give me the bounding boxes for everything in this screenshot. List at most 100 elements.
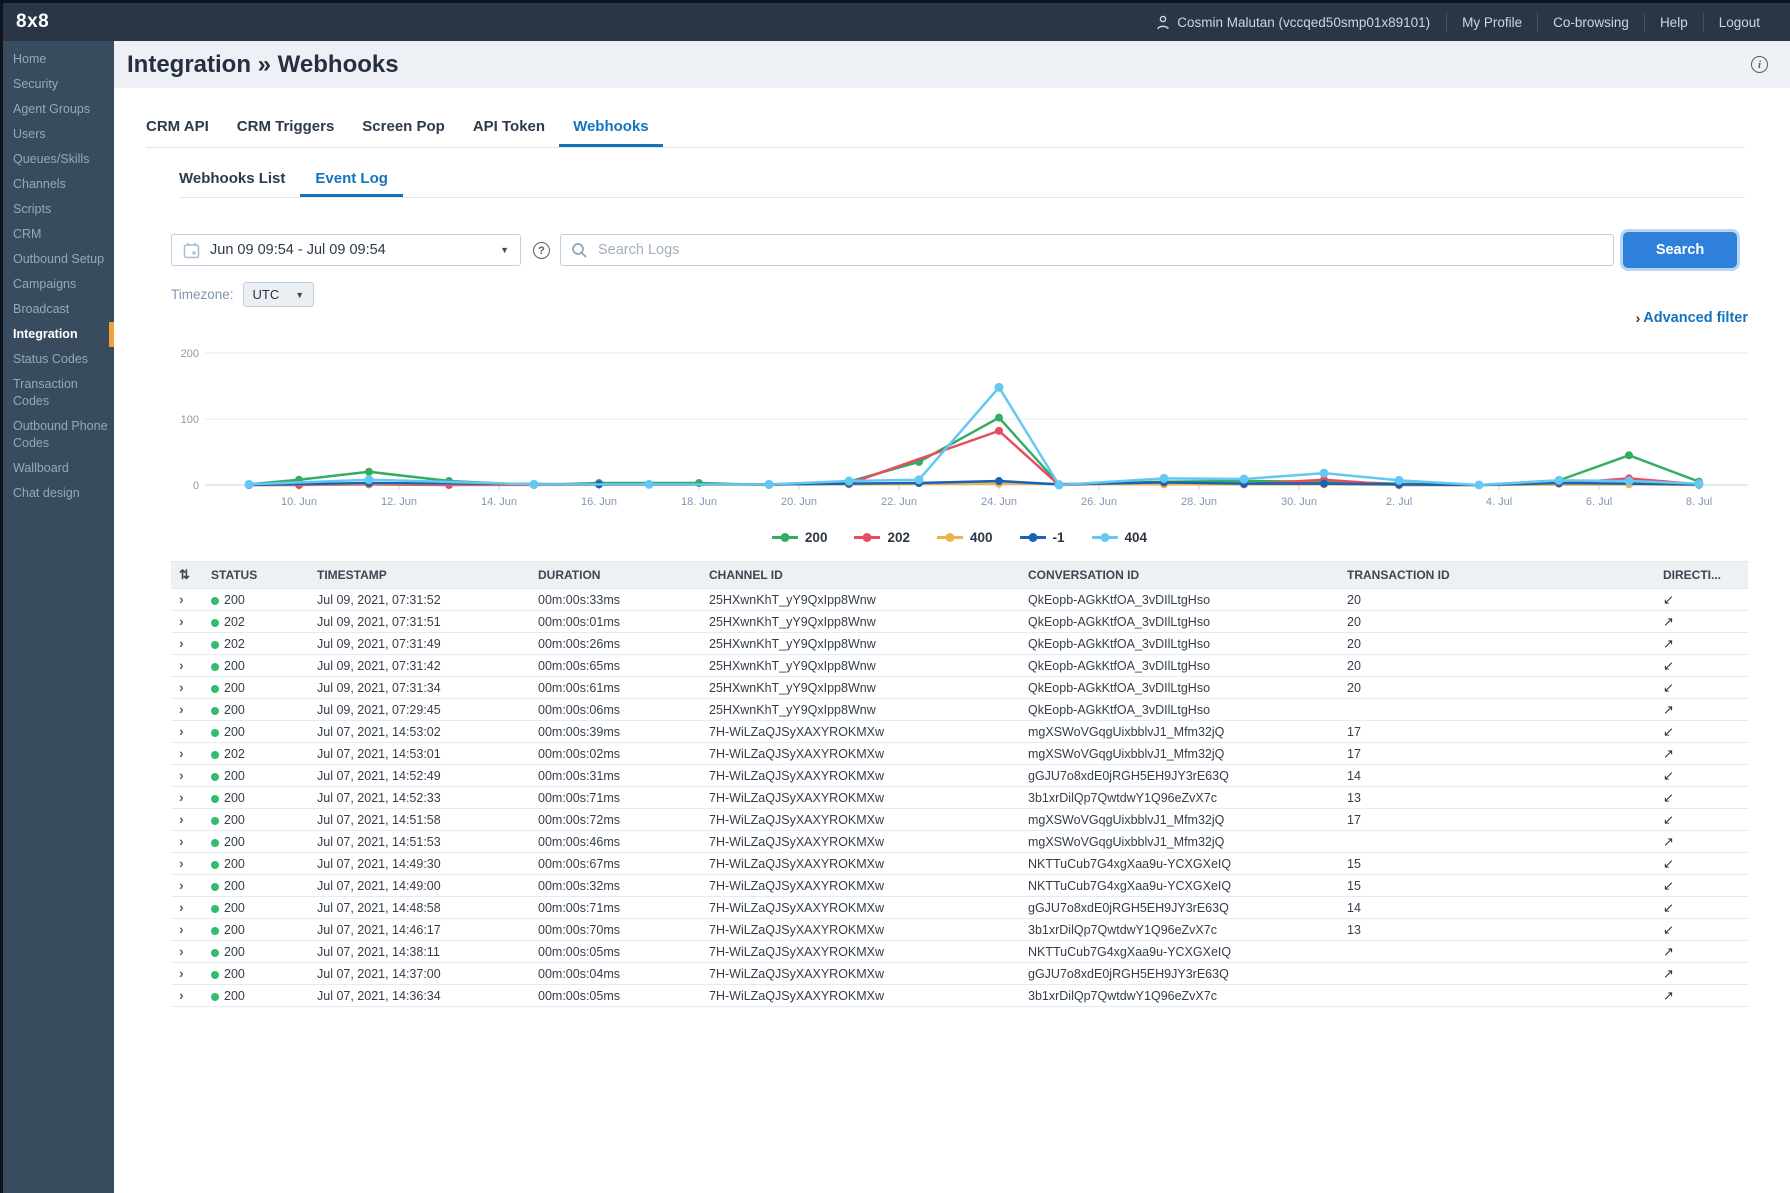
chart-point-200 (365, 468, 373, 476)
help-icon[interactable]: ? (533, 242, 550, 259)
expand-row-icon[interactable]: › (179, 679, 184, 695)
table-row: ›200Jul 07, 2021, 14:38:1100m:00s:05ms7H… (171, 941, 1748, 963)
svg-text:0: 0 (193, 480, 199, 492)
topbar-link-my-profile[interactable]: My Profile (1446, 13, 1537, 32)
status-dot (211, 993, 219, 1001)
svg-text:2. Jul: 2. Jul (1386, 496, 1412, 508)
direction-icon: ↗ (1655, 743, 1748, 765)
sidebar-item-crm[interactable]: CRM (3, 222, 114, 247)
search-input[interactable] (596, 241, 1603, 259)
expand-row-icon[interactable]: › (179, 701, 184, 717)
expand-row-icon[interactable]: › (179, 943, 184, 959)
expand-row-icon[interactable]: › (179, 723, 184, 739)
chart-point-404 (1695, 479, 1704, 488)
advanced-filter-label: Advanced filter (1643, 310, 1748, 326)
legend-item-200[interactable]: 200 (772, 530, 828, 545)
sidebar-item-outbound-phone-codes[interactable]: Outbound Phone Codes (3, 414, 114, 456)
channel-id-cell: 7H-WiLZaQJSyXAXYROKMXw (701, 721, 1020, 743)
column-header-transaction-id: TRANSACTION ID (1339, 562, 1655, 589)
status-code: 200 (224, 769, 245, 783)
date-range-picker[interactable]: Jun 09 09:54 - Jul 09 09:54 ▼ (171, 234, 521, 266)
expand-row-icon[interactable]: › (179, 811, 184, 827)
info-icon[interactable]: i (1751, 56, 1768, 73)
sidebar-item-integration[interactable]: Integration (3, 322, 114, 347)
sidebar-item-status-codes[interactable]: Status Codes (3, 347, 114, 372)
subtab-event-log[interactable]: Event Log (300, 170, 403, 197)
chart-canvas: 010020010. Jun12. Jun14. Jun16. Jun18. J… (171, 335, 1748, 513)
duration-cell: 00m:00s:05ms (530, 985, 701, 1007)
expand-row-icon[interactable]: › (179, 591, 184, 607)
timestamp-cell: Jul 07, 2021, 14:49:00 (309, 875, 530, 897)
legend-item-202[interactable]: 202 (854, 530, 910, 545)
topbar-link-help[interactable]: Help (1644, 13, 1703, 32)
tab-screen-pop[interactable]: Screen Pop (348, 118, 459, 147)
sort-icon[interactable]: ⇅ (179, 567, 190, 582)
svg-text:16. Jun: 16. Jun (581, 496, 617, 508)
page-header: Integration » Webhooks i (114, 41, 1790, 88)
chart-point-200 (995, 414, 1003, 422)
duration-cell: 00m:00s:72ms (530, 809, 701, 831)
expand-row-icon[interactable]: › (179, 965, 184, 981)
expand-row-icon[interactable]: › (179, 877, 184, 893)
tab-webhooks[interactable]: Webhooks (559, 118, 663, 147)
timestamp-cell: Jul 09, 2021, 07:31:52 (309, 589, 530, 611)
timestamp-cell: Jul 09, 2021, 07:31:49 (309, 633, 530, 655)
expand-row-icon[interactable]: › (179, 921, 184, 937)
channel-id-cell: 7H-WiLZaQJSyXAXYROKMXw (701, 831, 1020, 853)
topbar-link-co-browsing[interactable]: Co-browsing (1537, 13, 1644, 32)
tab-crm-triggers[interactable]: CRM Triggers (223, 118, 349, 147)
user-chip: Cosmin Malutan (vccqed50smp01x89101) (1156, 15, 1446, 30)
status-dot (211, 663, 219, 671)
sidebar-item-scripts[interactable]: Scripts (3, 197, 114, 222)
table-row: ›200Jul 09, 2021, 07:31:3400m:00s:61ms25… (171, 677, 1748, 699)
transaction-id-cell: 17 (1339, 743, 1655, 765)
transaction-id-cell: 20 (1339, 589, 1655, 611)
legend-item-400[interactable]: 400 (937, 530, 993, 545)
tab-crm-api[interactable]: CRM API (146, 118, 223, 147)
legend-marker-icon (937, 532, 963, 543)
sidebar-item-wallboard[interactable]: Wallboard (3, 456, 114, 481)
subtab-webhooks-list[interactable]: Webhooks List (179, 170, 300, 197)
sidebar-item-queues-skills[interactable]: Queues/Skills (3, 147, 114, 172)
expand-row-icon[interactable]: › (179, 899, 184, 915)
expand-row-icon[interactable]: › (179, 855, 184, 871)
status-dot (211, 795, 219, 803)
sidebar-item-security[interactable]: Security (3, 72, 114, 97)
sidebar-item-chat-design[interactable]: Chat design (3, 481, 114, 506)
expand-row-icon[interactable]: › (179, 745, 184, 761)
timestamp-cell: Jul 09, 2021, 07:29:45 (309, 699, 530, 721)
expand-row-icon[interactable]: › (179, 613, 184, 629)
expand-row-icon[interactable]: › (179, 789, 184, 805)
expand-row-icon[interactable]: › (179, 833, 184, 849)
duration-cell: 00m:00s:04ms (530, 963, 701, 985)
conversation-id-cell: NKTTuCub7G4xgXaa9u-YCXGXeIQ (1020, 853, 1339, 875)
chart-point-404 (245, 480, 254, 489)
timestamp-cell: Jul 07, 2021, 14:37:00 (309, 963, 530, 985)
date-range-value: Jun 09 09:54 - Jul 09 09:54 (210, 242, 490, 258)
duration-cell: 00m:00s:06ms (530, 699, 701, 721)
search-button[interactable]: Search (1623, 232, 1737, 268)
timezone-select[interactable]: UTC ▼ (243, 282, 315, 307)
sidebar-item-users[interactable]: Users (3, 122, 114, 147)
sidebar-item-agent-groups[interactable]: Agent Groups (3, 97, 114, 122)
legend-item--1[interactable]: -1 (1020, 530, 1065, 545)
sidebar-item-outbound-setup[interactable]: Outbound Setup (3, 247, 114, 272)
expand-row-icon[interactable]: › (179, 657, 184, 673)
duration-cell: 00m:00s:26ms (530, 633, 701, 655)
expand-row-icon[interactable]: › (179, 987, 184, 1003)
expand-row-icon[interactable]: › (179, 635, 184, 651)
sidebar-item-home[interactable]: Home (3, 47, 114, 72)
table-row: ›202Jul 09, 2021, 07:31:5100m:00s:01ms25… (171, 611, 1748, 633)
legend-item-404[interactable]: 404 (1092, 530, 1148, 545)
tab-api-token[interactable]: API Token (459, 118, 559, 147)
advanced-filter-link[interactable]: › Advanced filter (1636, 307, 1748, 329)
topbar-link-logout[interactable]: Logout (1703, 13, 1775, 32)
sidebar-item-campaigns[interactable]: Campaigns (3, 272, 114, 297)
transaction-id-cell: 15 (1339, 875, 1655, 897)
sidebar-item-channels[interactable]: Channels (3, 172, 114, 197)
expand-row-icon[interactable]: › (179, 767, 184, 783)
column-header-status: STATUS (203, 562, 309, 589)
sidebar-item-transaction-codes[interactable]: Transaction Codes (3, 372, 114, 414)
sidebar-item-broadcast[interactable]: Broadcast (3, 297, 114, 322)
app-logo: 8x8 (16, 11, 49, 33)
